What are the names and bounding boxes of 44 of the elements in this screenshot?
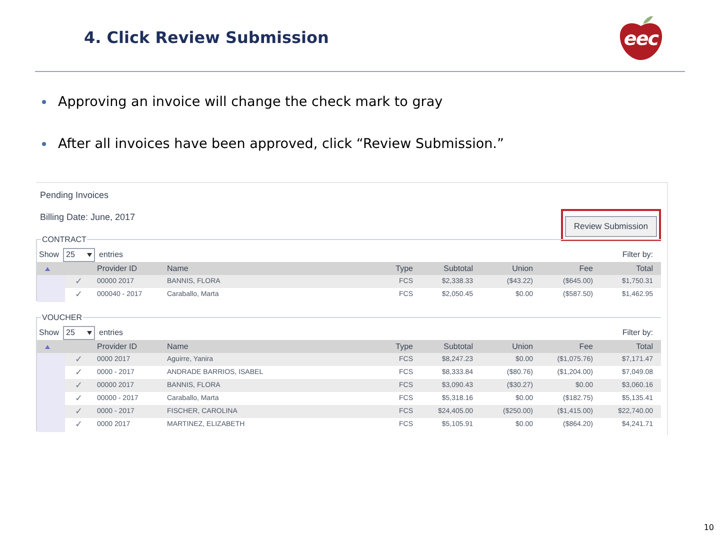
slide-title: 4. Click Review Submission [83,27,329,49]
bullet-icon [42,142,46,146]
check-mark[interactable]: ✓ [65,418,93,432]
filter-label: Filter by: [622,249,653,261]
billing-date: Billing Date: June, 2017 [40,210,136,224]
column-header[interactable]: Provider ID [93,340,163,352]
column-header[interactable]: Fee [541,262,601,274]
check-mark[interactable]: ✓ [65,405,93,418]
column-header[interactable]: Subtotal [421,340,481,352]
column-header[interactable]: Union [481,340,541,352]
show-label: Show [39,249,60,261]
column-header[interactable]: Fee [541,340,601,352]
column-header[interactable]: Type [371,340,421,352]
review-submission-button[interactable]: Review Submission [564,216,657,237]
check-mark[interactable]: ✓ [65,379,93,392]
column-header[interactable]: Type [371,262,421,274]
column-header[interactable]: Provider ID [93,262,163,274]
bullet-text: Approving an invoice will change the check mark to gray [58,93,443,112]
entries-label: entries [99,327,124,339]
bullet-icon [42,100,46,104]
entries-dropdown[interactable]: 25 [63,326,96,340]
page-heading: Pending Invoices [40,189,110,202]
column-header[interactable]: Total [601,340,661,352]
apple-logo: eec [617,16,665,62]
bullet-text: After all invoices have been approved, click “Review Submission.” [58,135,504,154]
show-label: Show [39,327,60,339]
filter-label: Filter by: [622,327,653,339]
caret-icon [87,331,92,335]
column-header[interactable]: Subtotal [421,262,481,274]
check-mark[interactable]: ✓ [65,353,93,366]
caret-icon [87,253,92,257]
column-header[interactable]: Name [163,340,371,352]
entries-label: entries [99,249,124,261]
column-header[interactable]: Name [163,262,371,274]
check-mark[interactable]: ✓ [65,288,93,302]
sort-icon[interactable] [45,344,50,348]
check-mark[interactable]: ✓ [65,392,93,406]
entries-dropdown[interactable]: 25 [63,248,96,262]
check-mark[interactable]: ✓ [65,366,93,380]
check-mark[interactable]: ✓ [65,275,93,288]
sort-icon[interactable] [45,266,50,270]
column-header[interactable]: Total [601,262,661,274]
page-number: 10 [704,522,714,534]
column-header[interactable]: Union [481,262,541,274]
